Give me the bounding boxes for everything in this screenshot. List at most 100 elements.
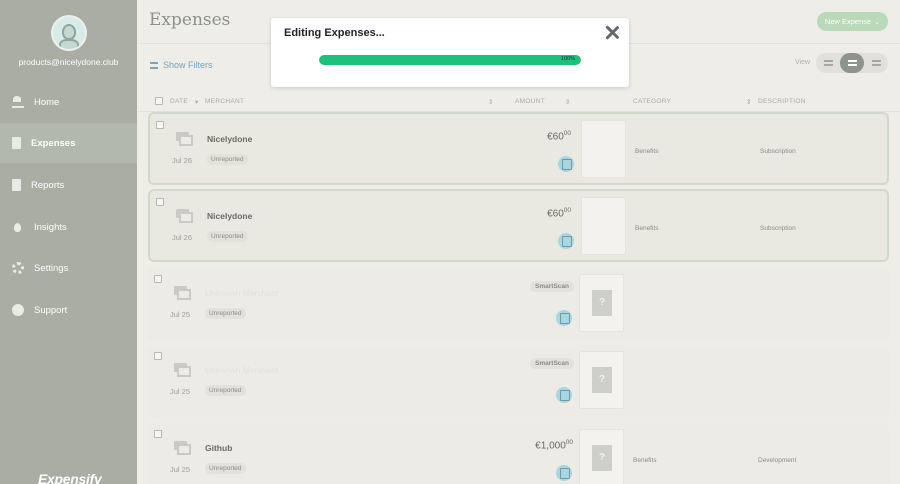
expense-merchant: Unknown Merchant [205, 365, 279, 375]
home-icon [12, 96, 24, 108]
new-expense-button[interactable]: New Expense ⌄ [817, 12, 888, 31]
table-row[interactable]: Jul 25 Unknown Merchant Unreported Smart… [148, 345, 889, 418]
amount-cents: 00 [565, 439, 573, 446]
sidebar-item-support[interactable]: Support [0, 290, 137, 330]
status-badge: Unreported [205, 463, 246, 474]
view-grid-button[interactable] [864, 53, 888, 73]
show-filters-button[interactable]: Show Filters [150, 60, 213, 70]
expense-amount: €6000 [547, 130, 571, 142]
gear-icon [12, 262, 24, 274]
document-icon [12, 137, 21, 149]
progress-percent: 100% [560, 56, 575, 62]
expense-merchant: Nicelydone [207, 134, 253, 144]
progress-fill: 100% [319, 55, 581, 65]
expense-date: Jul 25 [170, 465, 191, 474]
table-row[interactable]: Jul 26 Nicelydone Unreported €6000 Benef… [148, 112, 889, 185]
column-header-category[interactable]: CATEGORY [633, 98, 671, 105]
expense-description: Subscription [760, 225, 796, 232]
expense-merchant: Github [205, 443, 233, 453]
sort-icon[interactable]: ⇕ [488, 98, 494, 106]
sidebar-item-home[interactable]: Home [0, 82, 137, 122]
column-header-date[interactable]: DATE [170, 98, 188, 105]
sidebar-item-reports[interactable]: Reports [0, 165, 137, 205]
editing-expenses-dialog: Editing Expenses... 100% [271, 18, 629, 87]
table-row[interactable]: Jul 25 Unknown Merchant Unreported Smart… [148, 268, 889, 341]
column-header-amount[interactable]: AMOUNT [515, 98, 545, 105]
receipt-thumbnail[interactable] [581, 197, 626, 255]
sort-icon[interactable]: ⇕ [565, 98, 571, 106]
list-view-icon [823, 60, 833, 66]
status-badge: Unreported [205, 308, 246, 319]
sidebar-item-label: Support [34, 304, 68, 316]
receipt-placeholder-icon[interactable] [579, 429, 624, 484]
receipt-thumbnail[interactable] [581, 120, 626, 178]
sidebar-item-label: Insights [34, 221, 67, 233]
attach-receipt-icon[interactable] [556, 310, 572, 326]
avatar-head-icon [62, 24, 76, 40]
expensify-logo[interactable]: Expensify [38, 471, 102, 484]
chat-icon [12, 304, 24, 316]
smartscan-badge: SmartScan [530, 281, 574, 292]
attach-receipt-icon[interactable] [556, 465, 572, 481]
file-icon [12, 179, 21, 191]
sidebar-item-settings[interactable]: Settings [0, 248, 137, 288]
view-list-button[interactable] [816, 53, 840, 73]
expense-amount: €1,00000 [535, 439, 573, 451]
expense-type-icon [174, 441, 191, 455]
row-checkbox[interactable] [156, 198, 164, 206]
amount-value: 60 [552, 208, 564, 220]
sort-icon[interactable]: ⇕ [746, 98, 752, 106]
amount-value: 60 [552, 131, 564, 143]
expense-merchant: Unknown Merchant [205, 288, 279, 298]
expense-category: Benefits [635, 225, 659, 232]
user-email[interactable]: products@nicelydone.club [0, 57, 137, 67]
expense-category: Benefits [633, 457, 657, 464]
expense-date: Jul 26 [172, 156, 193, 165]
avatar[interactable] [51, 15, 87, 51]
sidebar-item-insights[interactable]: Insights [0, 207, 137, 247]
attach-receipt-icon[interactable] [556, 387, 572, 403]
column-header-description[interactable]: DESCRIPTION [758, 98, 806, 105]
lightbulb-icon [14, 222, 21, 232]
page-title: Expenses [149, 10, 231, 30]
table-row[interactable]: Jul 26 Nicelydone Unreported €6000 Benef… [148, 189, 889, 262]
column-header-merchant[interactable]: MERCHANT [205, 98, 244, 105]
chevron-down-icon: ⌄ [874, 18, 881, 26]
attach-receipt-icon[interactable] [558, 233, 574, 249]
select-all-checkbox[interactable] [155, 97, 163, 105]
sidebar-item-expenses[interactable]: Expenses [0, 123, 137, 163]
row-checkbox[interactable] [154, 352, 162, 360]
view-detailed-button[interactable] [840, 53, 864, 73]
expense-type-icon [176, 132, 193, 146]
expense-description: Development [758, 457, 797, 464]
dialog-title: Editing Expenses... [284, 27, 385, 39]
status-badge: Unreported [205, 385, 246, 396]
row-checkbox[interactable] [156, 121, 164, 129]
row-checkbox[interactable] [154, 430, 162, 438]
receipt-placeholder-icon[interactable] [579, 351, 624, 409]
amount-cents: 00 [563, 130, 571, 137]
view-toggle [816, 53, 888, 73]
detailed-view-icon [847, 60, 857, 66]
progress-bar: 100% [319, 55, 581, 65]
sort-icon[interactable]: ▾ [195, 98, 199, 106]
new-expense-label: New Expense [824, 17, 872, 26]
status-badge: Unreported [207, 231, 248, 242]
grid-view-icon [871, 60, 881, 66]
avatar-body-icon [59, 39, 79, 49]
receipt-placeholder-icon[interactable] [579, 274, 624, 332]
table-row[interactable]: Jul 25 Github Unreported €1,00000 Benefi… [148, 423, 889, 484]
show-filters-label: Show Filters [163, 60, 213, 70]
smartscan-badge: SmartScan [530, 358, 574, 369]
expense-merchant: Nicelydone [207, 211, 253, 221]
close-icon[interactable] [605, 25, 619, 39]
expense-description: Subscription [760, 148, 796, 155]
amount-cents: 00 [563, 207, 571, 214]
expense-type-icon [174, 286, 191, 300]
sidebar-item-label: Expenses [31, 137, 76, 149]
expense-category: Benefits [635, 148, 659, 155]
expense-date: Jul 26 [172, 233, 193, 242]
expense-amount: €6000 [547, 207, 571, 219]
attach-receipt-icon[interactable] [558, 156, 574, 172]
row-checkbox[interactable] [154, 275, 162, 283]
